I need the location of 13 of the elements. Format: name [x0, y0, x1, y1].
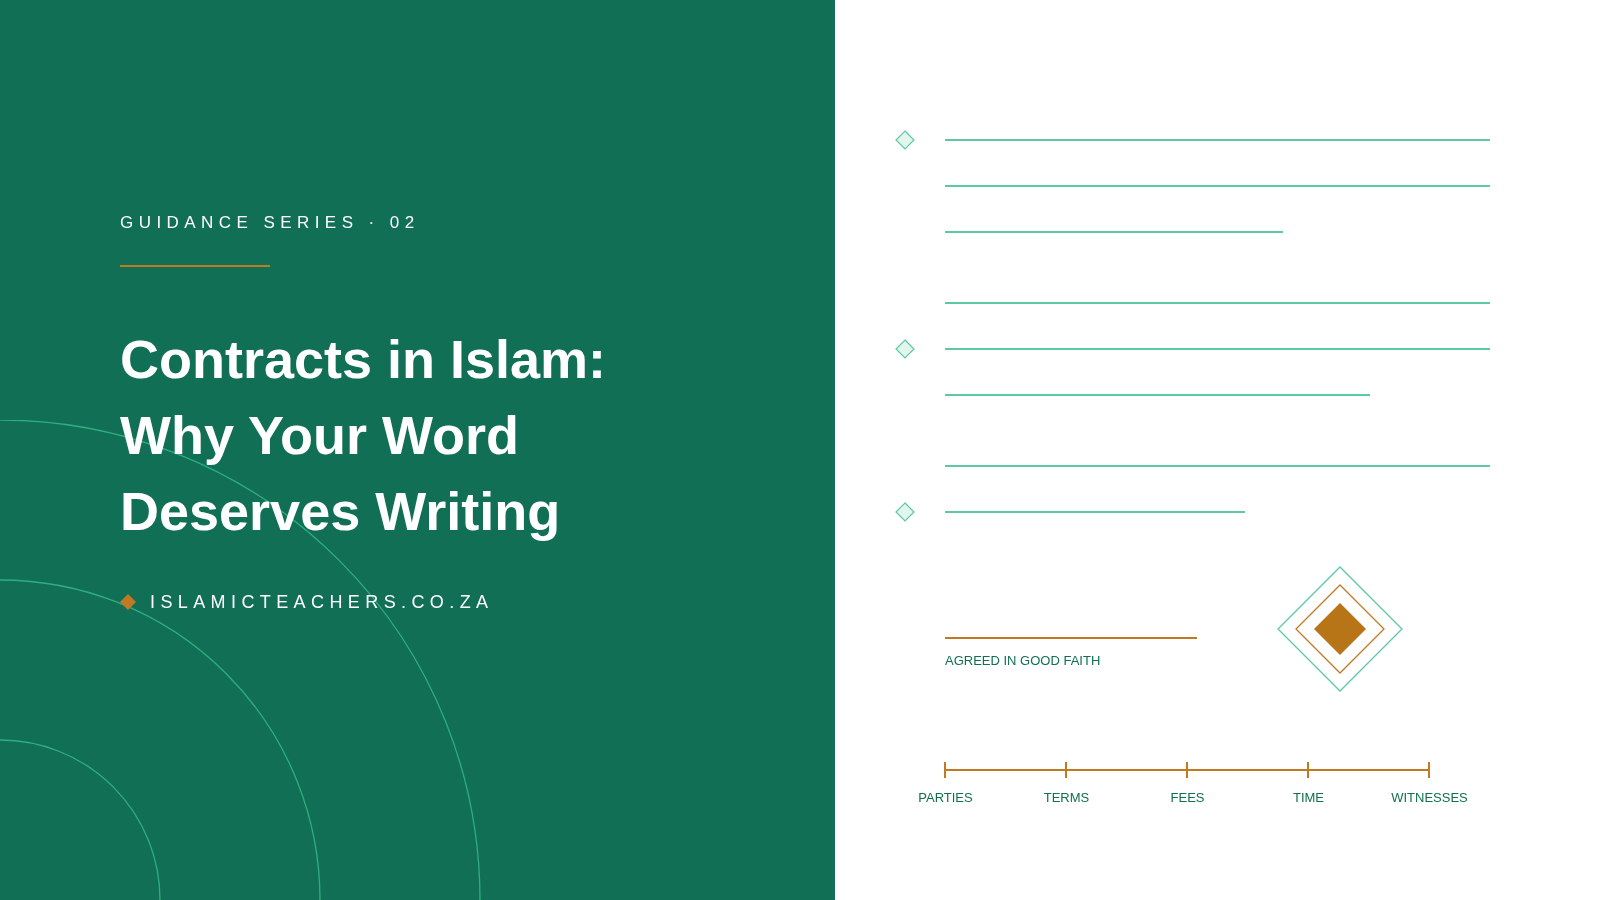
signature-label: AGREED IN GOOD FAITH: [945, 652, 1102, 670]
timeline-label: TIME: [1291, 789, 1326, 807]
timeline-label: WITNESSES: [1390, 789, 1469, 807]
timeline-label: TERMS: [1042, 789, 1091, 807]
timeline-label: PARTIES: [917, 789, 974, 807]
diamond-icon: [895, 339, 915, 359]
diamond-icon: [895, 502, 915, 522]
timeline-label: FEES: [1169, 789, 1206, 807]
headline: Contracts in Islam: Why Your Word Deserves Writing: [120, 327, 608, 543]
website-text: ISLAMICTEACHERS.CO.ZA: [150, 590, 494, 614]
diamond-icon: [120, 594, 136, 610]
diamond-icon: [895, 130, 915, 150]
series-label: GUIDANCE SERIES · 02: [120, 212, 421, 234]
